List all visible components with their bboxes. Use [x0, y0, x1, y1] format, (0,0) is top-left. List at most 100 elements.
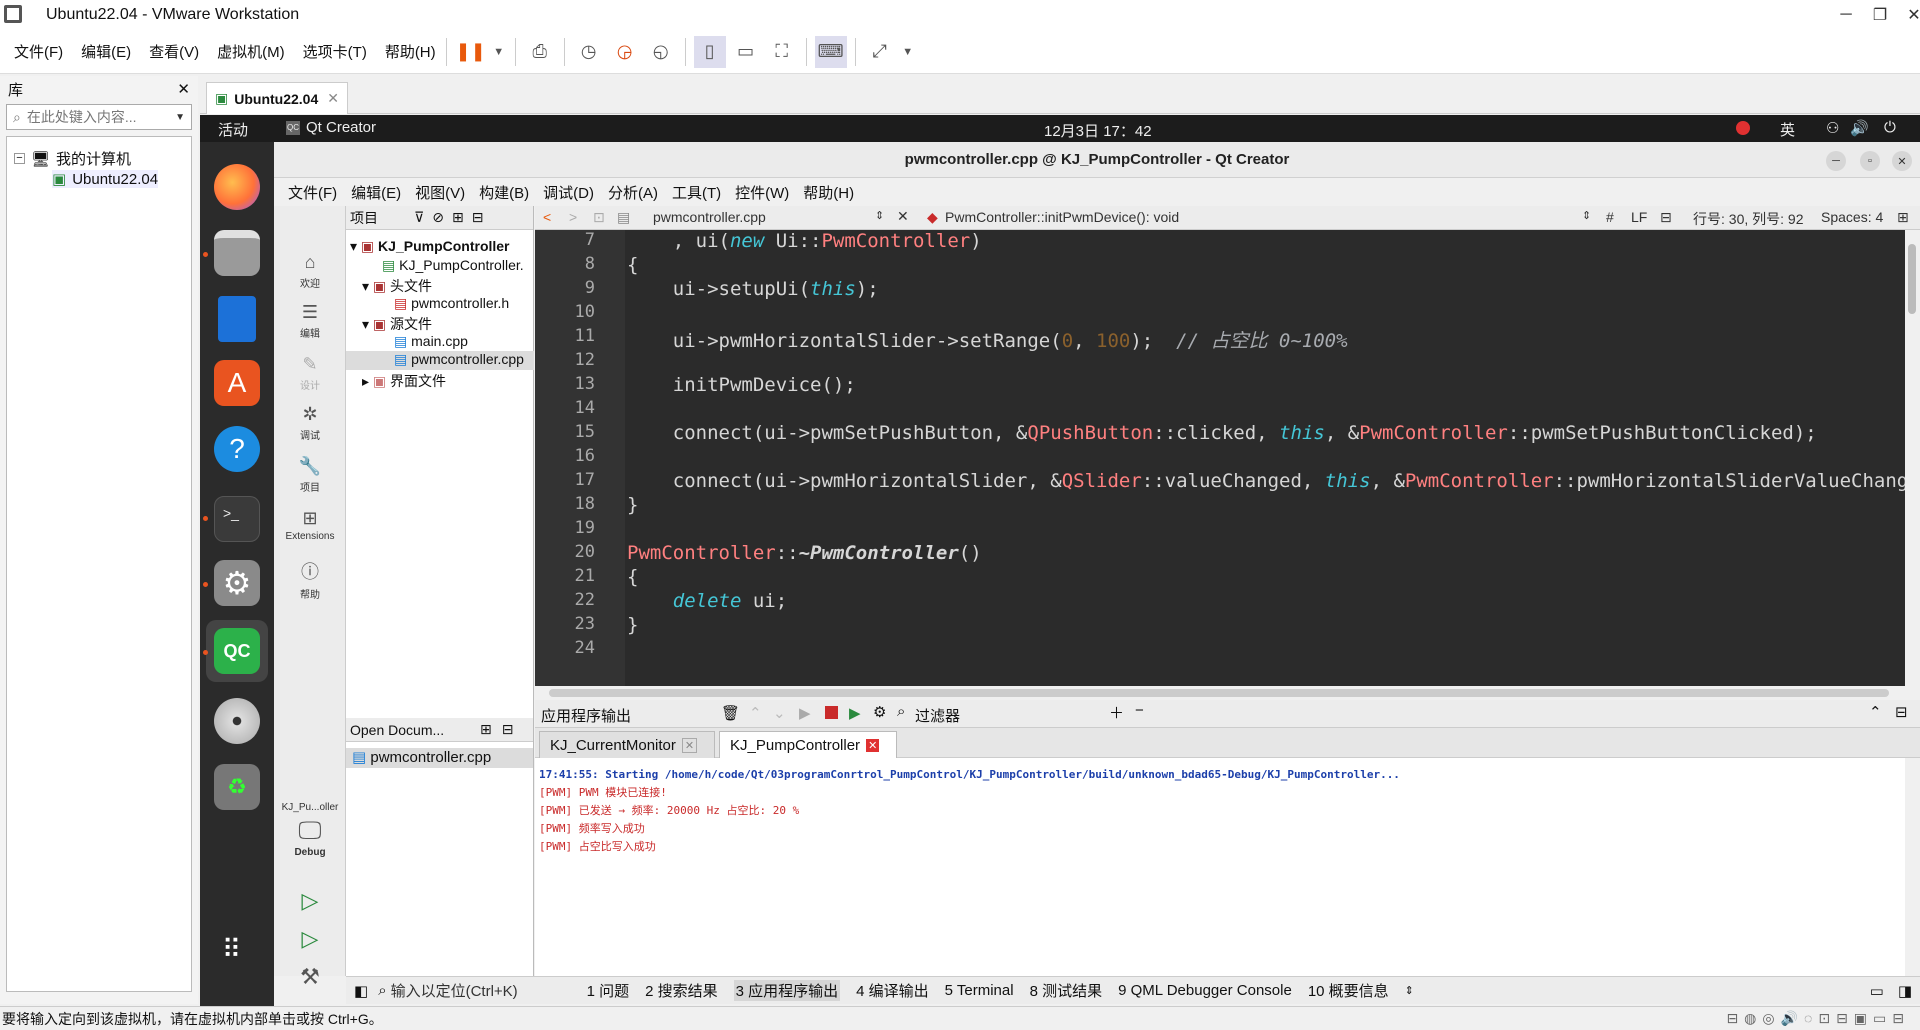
terminal-icon[interactable]: >_	[214, 496, 260, 542]
menu-view[interactable]: 查看(V)	[149, 41, 199, 62]
mode-help[interactable]: ⓘ 帮助	[274, 558, 346, 601]
files-icon[interactable]	[214, 230, 260, 276]
split-icon[interactable]: ⊞	[1897, 209, 1909, 226]
console-view-icon[interactable]: ⌨	[814, 35, 847, 68]
line-ending-label[interactable]: LF	[1631, 209, 1647, 225]
thumbnail-view-icon[interactable]: ▭	[730, 36, 762, 68]
encoding-icon[interactable]: ⊟	[1660, 209, 1672, 226]
clock[interactable]: 12月3日 17：42	[1044, 120, 1152, 141]
indentation-label[interactable]: Spaces: 4	[1821, 209, 1883, 225]
tree-sources[interactable]: ▾ ▣ 源文件	[362, 314, 432, 334]
scrollbar-thumb[interactable]	[1908, 244, 1916, 314]
chevron-down-icon[interactable]: ▼	[900, 36, 916, 68]
stop-icon[interactable]	[825, 706, 838, 719]
mode-debug[interactable]: ✲ 调试	[274, 404, 346, 442]
qt-menu-debug[interactable]: 调试(D)	[543, 182, 594, 203]
tree-forms[interactable]: ▸ ▣ 界面文件	[362, 371, 446, 391]
hash-label[interactable]: #	[1606, 209, 1614, 225]
scrollbar-thumb[interactable]	[549, 689, 1889, 697]
firefox-icon[interactable]	[214, 164, 260, 210]
output-vertical-scrollbar[interactable]	[1905, 758, 1919, 976]
tree-pwm-cpp[interactable]: ▤ pwmcontroller.cpp	[346, 351, 534, 370]
tree-header-file[interactable]: ▤ pwmcontroller.h	[394, 295, 509, 312]
power-icon[interactable]: ⏻	[1884, 119, 1896, 136]
close-icon[interactable]: ✕	[177, 80, 190, 98]
status-tab-app-output[interactable]: 3 应用程序输出	[733, 980, 841, 1001]
disc-icon[interactable]	[214, 698, 260, 744]
add-icon[interactable]: ＋	[1109, 702, 1124, 723]
locator-input[interactable]: 输入以定位(Ctrl+K)	[391, 980, 587, 1001]
minimize-button[interactable]: ─	[1826, 151, 1846, 171]
qt-menu-analyze[interactable]: 分析(A)	[608, 182, 658, 203]
maximize-button[interactable]: ▫	[1860, 151, 1880, 171]
code-editor[interactable]: , ui(new Ui::PwmController) { ui->setupU…	[625, 230, 1905, 686]
qtcreator-icon[interactable]: QC	[214, 628, 260, 674]
snapshot-icon[interactable]: ◷	[573, 36, 605, 68]
chevron-down-icon[interactable]: ▼	[175, 112, 185, 123]
tab-ubuntu[interactable]: ▣ Ubuntu22.04 ✕	[206, 82, 348, 114]
mode-design[interactable]: ✎ 设计	[274, 354, 346, 392]
project-view-label[interactable]: 项目	[350, 208, 414, 228]
tree-headers[interactable]: ▾ ▣ 头文件	[362, 276, 432, 296]
tree-pro-file[interactable]: ▤ KJ_PumpController.	[382, 257, 524, 274]
qt-menu-tools[interactable]: 工具(T)	[672, 182, 721, 203]
qt-menu-edit[interactable]: 编辑(E)	[351, 182, 401, 203]
menu-edit[interactable]: 编辑(E)	[81, 41, 131, 62]
attach-debugger-icon[interactable]: ▶	[849, 704, 861, 722]
qt-menu-build[interactable]: 构建(B)	[479, 182, 529, 203]
output-filter-input[interactable]: 过滤器	[915, 705, 960, 726]
current-file-selector[interactable]: pwmcontroller.cpp	[653, 209, 766, 225]
status-tab-summary[interactable]: 10 概要信息	[1308, 980, 1389, 1001]
close-icon[interactable]: ✕	[866, 738, 880, 752]
open-document-item[interactable]: ▤ pwmcontroller.cpp	[346, 748, 533, 768]
qt-menu-help[interactable]: 帮助(H)	[803, 182, 854, 203]
input-method-label[interactable]: 英	[1780, 119, 1795, 140]
pause-icon[interactable]: ❚❚	[455, 36, 487, 68]
status-tab-search[interactable]: 2 搜索结果	[645, 980, 718, 1001]
stretch-icon[interactable]: ⤢	[864, 36, 896, 68]
editor-horizontal-scrollbar[interactable]	[535, 686, 1920, 700]
toggle-sidebar-icon[interactable]: ◧	[354, 982, 368, 1000]
trash-icon[interactable]: ♻	[214, 764, 260, 810]
snapshot-manager-icon[interactable]: ◵	[645, 36, 677, 68]
open-documents-label[interactable]: Open Docum...	[350, 722, 480, 738]
mode-welcome[interactable]: ⌂ 欢迎	[274, 252, 346, 290]
library-view-icon[interactable]: ▯	[693, 35, 726, 68]
settings-icon[interactable]: ⚙	[873, 703, 886, 721]
app-menu-label[interactable]: Qt Creator	[306, 119, 376, 136]
close-button[interactable]: ✕	[1896, 0, 1920, 30]
split-icon[interactable]: ⊞	[480, 721, 492, 738]
device-icons[interactable]: ⊟◍◎🔊◌⊡⊟▣▭⊟	[1726, 1010, 1910, 1027]
close-button[interactable]: ✕	[1892, 151, 1912, 171]
chevron-down-icon[interactable]: ▼	[491, 36, 507, 68]
collapse-icon[interactable]: −	[14, 153, 25, 164]
minimize-button[interactable]: ─	[1828, 0, 1864, 30]
tree-project-root[interactable]: ▾ ▣ KJ_PumpController	[350, 238, 510, 255]
cursor-position[interactable]: 行号: 30, 列号: 92	[1693, 209, 1803, 229]
close-icon[interactable]: ⊟	[502, 721, 514, 738]
editor-vertical-scrollbar[interactable]	[1905, 230, 1919, 686]
menu-vm[interactable]: 虚拟机(M)	[217, 41, 285, 62]
symbol-selector[interactable]: PwmController::initPwmDevice(): void	[945, 209, 1179, 225]
link-icon[interactable]: ⊘	[432, 209, 444, 226]
tree-item-my-computer[interactable]: − 🖥 我的计算机	[14, 148, 131, 169]
mode-extensions[interactable]: ⊞ Extensions	[274, 508, 346, 542]
activities-button[interactable]: 活动	[218, 119, 248, 140]
menu-tabs[interactable]: 选项卡(T)	[303, 41, 367, 62]
status-tab-terminal[interactable]: 5 Terminal	[945, 982, 1014, 999]
down-icon[interactable]: ⌄	[773, 704, 786, 722]
qt-menu-view[interactable]: 视图(V)	[415, 182, 465, 203]
toggle-right-sidebar-icon[interactable]: ◨	[1898, 982, 1912, 1000]
split-icon[interactable]: ⊞	[452, 209, 464, 226]
status-tab-tests[interactable]: 8 测试结果	[1030, 980, 1103, 1001]
writer-icon[interactable]	[218, 296, 256, 342]
volume-icon[interactable]: 🔊	[1850, 119, 1869, 137]
status-tab-compile[interactable]: 4 编译输出	[856, 980, 929, 1001]
build-button[interactable]: ⚒	[274, 964, 346, 990]
tree-item-ubuntu[interactable]: ▣ Ubuntu22.04	[52, 170, 159, 188]
up-icon[interactable]: ⌃	[749, 704, 762, 722]
remove-icon[interactable]: −	[1135, 702, 1144, 719]
app-grid-icon[interactable]: ⠿	[222, 936, 243, 962]
back-icon[interactable]: <	[543, 209, 551, 225]
filter-icon[interactable]: ⊽	[414, 209, 424, 226]
